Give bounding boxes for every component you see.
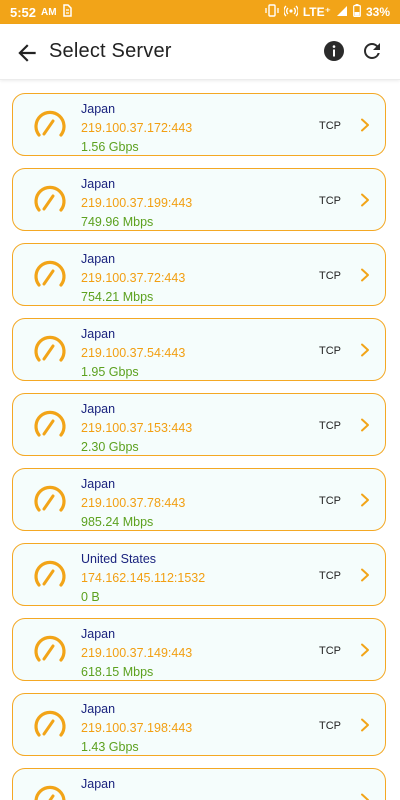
chevron-right-icon xyxy=(358,568,372,582)
speedometer-icon xyxy=(33,483,67,517)
arrow-back-icon xyxy=(18,44,36,62)
server-address: 174.162.145.112:1532 xyxy=(81,571,206,585)
chevron-right-icon xyxy=(358,718,372,732)
server-country: Japan xyxy=(81,777,116,791)
server-speed: 0 B xyxy=(81,590,100,604)
server-item[interactable]: Japan 219.100.37.54:443 1.95 Gbps TCP xyxy=(12,318,386,381)
speedometer-icon xyxy=(33,558,67,592)
speedometer-icon xyxy=(33,408,67,442)
server-protocol: TCP xyxy=(319,570,341,582)
speedometer-icon xyxy=(33,708,67,742)
chevron-right-icon xyxy=(358,268,372,282)
battery-icon xyxy=(353,4,361,20)
speedometer-icon xyxy=(33,183,67,217)
server-item[interactable]: Japan xyxy=(12,768,386,800)
server-item[interactable]: Japan 219.100.37.199:443 749.96 Mbps TCP xyxy=(12,168,386,231)
info-button[interactable] xyxy=(322,39,346,63)
back-button[interactable] xyxy=(14,40,40,66)
status-bar: 5:52 AM LTE⁺ 33% xyxy=(0,0,400,24)
battery-percent: 33% xyxy=(365,5,390,19)
chevron-right-icon xyxy=(358,193,372,207)
server-protocol: TCP xyxy=(319,120,341,132)
server-country: Japan xyxy=(81,702,116,716)
server-item[interactable]: Japan 219.100.37.72:443 754.21 Mbps TCP xyxy=(12,243,386,306)
signal-icon xyxy=(336,5,348,20)
server-address: 219.100.37.198:443 xyxy=(81,721,193,735)
app-bar: Select Server xyxy=(0,24,400,80)
speedometer-icon xyxy=(33,333,67,367)
server-country: Japan xyxy=(81,102,116,116)
refresh-icon xyxy=(364,43,380,59)
sim-icon xyxy=(62,4,72,20)
server-list[interactable]: Japan 219.100.37.172:443 1.56 Gbps TCP Japan… xyxy=(0,80,400,800)
server-item[interactable]: United States 174.162.145.112:1532 0 B TCP xyxy=(12,543,386,606)
server-protocol: TCP xyxy=(319,195,341,207)
server-address: 219.100.37.153:443 xyxy=(81,421,193,435)
chevron-right-icon xyxy=(358,643,372,657)
server-address: 219.100.37.54:443 xyxy=(81,346,186,360)
server-protocol: TCP xyxy=(319,345,341,357)
server-speed: 1.95 Gbps xyxy=(81,365,139,379)
server-item[interactable]: Japan 219.100.37.78:443 985.24 Mbps TCP xyxy=(12,468,386,531)
server-speed: 618.15 Mbps xyxy=(81,665,154,679)
server-speed: 985.24 Mbps xyxy=(81,515,154,529)
page-title: Select Server xyxy=(49,40,172,62)
chevron-right-icon xyxy=(358,793,372,800)
server-speed: 1.56 Gbps xyxy=(81,140,139,154)
server-speed: 2.30 Gbps xyxy=(81,440,139,454)
server-country: Japan xyxy=(81,402,116,416)
server-protocol: TCP xyxy=(319,720,341,732)
server-speed: 1.43 Gbps xyxy=(81,740,139,754)
server-speed: 754.21 Mbps xyxy=(81,290,154,304)
server-address: 219.100.37.72:443 xyxy=(81,271,186,285)
server-item[interactable]: Japan 219.100.37.172:443 1.56 Gbps TCP xyxy=(12,93,386,156)
vibrate-icon xyxy=(265,4,279,20)
server-protocol: TCP xyxy=(319,420,341,432)
speedometer-icon xyxy=(33,108,67,142)
network-label: LTE⁺ xyxy=(302,5,331,19)
server-country: Japan xyxy=(81,327,116,341)
info-icon xyxy=(324,41,344,61)
server-address: 219.100.37.199:443 xyxy=(81,196,193,210)
server-country: Japan xyxy=(81,177,116,191)
server-address: 219.100.37.172:443 xyxy=(81,121,193,135)
server-item[interactable]: Japan 219.100.37.153:443 2.30 Gbps TCP xyxy=(12,393,386,456)
chevron-right-icon xyxy=(358,118,372,132)
chevron-right-icon xyxy=(358,493,372,507)
server-address: 219.100.37.78:443 xyxy=(81,496,186,510)
status-ampm: AM xyxy=(41,6,57,18)
server-country: Japan xyxy=(81,627,116,641)
server-item[interactable]: Japan 219.100.37.198:443 1.43 Gbps TCP xyxy=(12,693,386,756)
server-speed: 749.96 Mbps xyxy=(81,215,154,229)
server-protocol: TCP xyxy=(319,270,341,282)
chevron-right-icon xyxy=(358,418,372,432)
server-country: United States xyxy=(81,552,157,566)
server-item[interactable]: Japan 219.100.37.149:443 618.15 Mbps TCP xyxy=(12,618,386,681)
server-protocol: TCP xyxy=(319,645,341,657)
speedometer-icon xyxy=(33,783,67,800)
speedometer-icon xyxy=(33,633,67,667)
refresh-button[interactable] xyxy=(360,39,384,63)
server-protocol: TCP xyxy=(319,495,341,507)
server-country: Japan xyxy=(81,477,116,491)
status-time: 5:52 xyxy=(10,4,37,20)
speedometer-icon xyxy=(33,258,67,292)
chevron-right-icon xyxy=(358,343,372,357)
hotspot-icon xyxy=(283,4,299,20)
server-address: 219.100.37.149:443 xyxy=(81,646,193,660)
server-country: Japan xyxy=(81,252,116,266)
